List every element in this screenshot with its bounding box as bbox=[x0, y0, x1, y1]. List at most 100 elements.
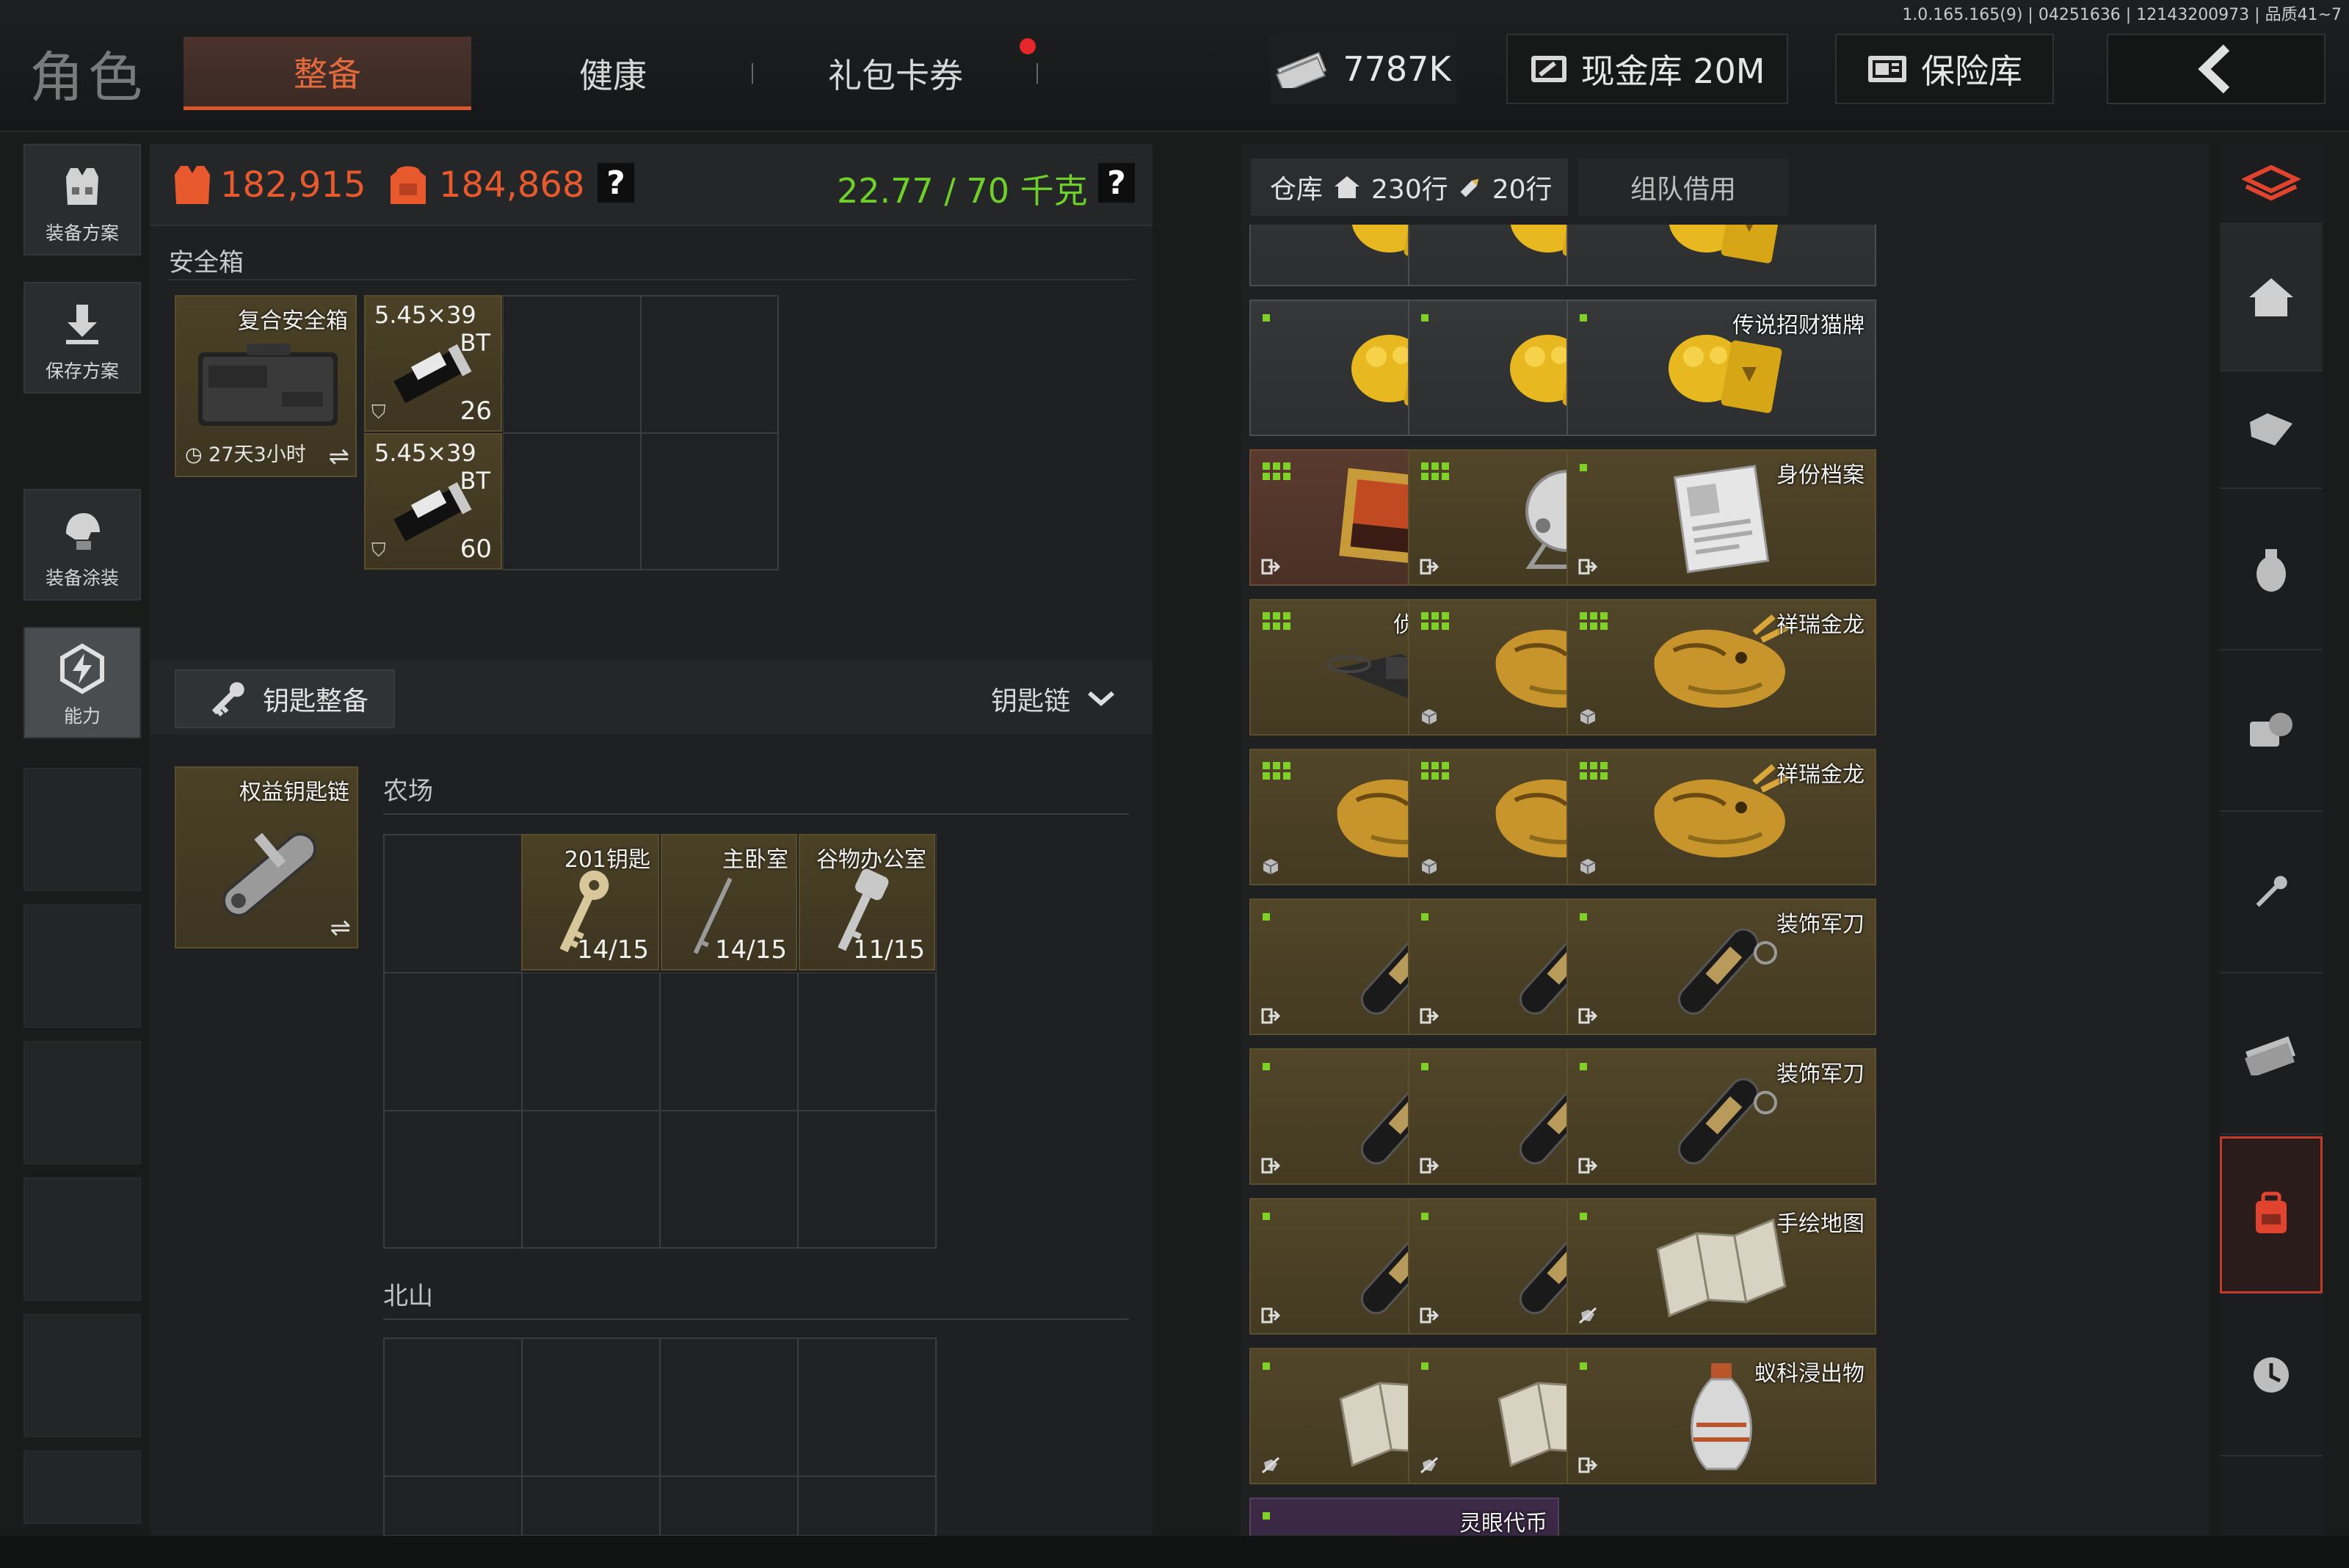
extract-icon bbox=[1578, 1456, 1598, 1474]
tab-team-borrow[interactable]: 组队借用 bbox=[1578, 159, 1788, 216]
grid-cell[interactable] bbox=[798, 1338, 936, 1476]
tab-equip[interactable]: 整备 bbox=[184, 37, 471, 110]
grid-cell[interactable] bbox=[384, 973, 522, 1111]
grid-cell[interactable] bbox=[522, 973, 660, 1111]
cash-vault-label: 现金库 20M bbox=[1580, 51, 1765, 91]
warehouse-item[interactable]: 传说招财猫牌 bbox=[1566, 300, 1876, 436]
warehouse-item[interactable]: 装饰军刀 bbox=[1566, 1048, 1876, 1185]
key-loadout-label: 钥匙整备 bbox=[263, 686, 369, 716]
key-uses: 14/15 bbox=[577, 935, 649, 965]
warehouse-item[interactable]: 灵眼代币 bbox=[1249, 1498, 1559, 1536]
grid-cell[interactable] bbox=[384, 1338, 522, 1476]
quality-indicator bbox=[1421, 762, 1451, 780]
item-name: 身份档案 bbox=[1776, 462, 1865, 488]
cash-vault-button[interactable]: 现金库 20M bbox=[1506, 34, 1788, 104]
grid-cell[interactable] bbox=[660, 1476, 798, 1536]
grid-cell[interactable] bbox=[384, 1111, 522, 1249]
timer: ◷ 27天3小时 bbox=[185, 443, 306, 466]
warehouse-item[interactable]: 手绘地图 bbox=[1566, 1198, 1876, 1335]
grid-cell[interactable] bbox=[522, 1338, 660, 1476]
nav-abilities[interactable]: 能力 bbox=[23, 627, 141, 738]
key-item[interactable]: 主卧室 14/15 bbox=[661, 834, 797, 970]
grid-cell[interactable] bbox=[660, 1338, 798, 1476]
back-button[interactable] bbox=[2107, 34, 2326, 104]
key-name: 主卧室 bbox=[722, 847, 788, 873]
medicine-icon bbox=[2250, 713, 2292, 747]
tab-gift-cards[interactable]: 礼包卡券 bbox=[778, 37, 1013, 110]
grid-cell[interactable] bbox=[503, 433, 641, 570]
grid-cell[interactable] bbox=[798, 973, 936, 1111]
quality-indicator bbox=[1580, 1213, 1587, 1220]
warehouse-item[interactable]: 祥瑞金龙 bbox=[1566, 599, 1876, 736]
nav-cash[interactable] bbox=[2220, 973, 2323, 1135]
grid-cell[interactable] bbox=[384, 1476, 522, 1536]
ammo-rows: 20行 bbox=[1492, 175, 1553, 205]
vase-icon bbox=[1677, 1359, 1765, 1479]
ammo-item[interactable]: 5.45×39 BT ⛉ 26 bbox=[364, 295, 502, 432]
safe-icon bbox=[1868, 56, 1906, 82]
item-name: 祥瑞金龙 bbox=[1776, 762, 1865, 788]
value-help-button[interactable]: ? bbox=[598, 163, 634, 203]
secure-box-item[interactable]: 复合安全箱 ◷ 27天3小时 ⇌ bbox=[175, 295, 357, 477]
warehouse-item[interactable]: 装饰军刀 bbox=[1566, 899, 1876, 1035]
swap-icon[interactable]: ⇌ bbox=[329, 442, 350, 471]
nav-home[interactable] bbox=[2220, 225, 2323, 371]
ammo-icon bbox=[1460, 178, 1479, 197]
quality-indicator bbox=[1421, 462, 1451, 480]
keychain-dropdown[interactable]: 钥匙链 bbox=[991, 680, 1116, 718]
grid-cell[interactable] bbox=[798, 1111, 936, 1249]
tab-health[interactable]: 健康 bbox=[499, 37, 727, 110]
nav-save-plan[interactable]: 保存方案 bbox=[23, 282, 141, 393]
warehouse-item[interactable]: 祥瑞金龙 bbox=[1566, 749, 1876, 885]
nav-recent[interactable] bbox=[2220, 1295, 2323, 1456]
quality-indicator bbox=[1263, 1512, 1270, 1520]
left-nav: 装备方案 保存方案 装备涂装 能力 bbox=[23, 144, 141, 1524]
grid-cell[interactable] bbox=[798, 1476, 936, 1536]
grid-cell[interactable] bbox=[660, 1111, 798, 1249]
nav-armor[interactable] bbox=[2220, 371, 2323, 489]
safe-vault-button[interactable]: 保险库 bbox=[1835, 34, 2054, 104]
nav-backpack[interactable] bbox=[2220, 1136, 2323, 1293]
case-icon bbox=[198, 344, 338, 426]
warehouse-item[interactable]: 蚁科浸出物 bbox=[1566, 1348, 1876, 1484]
quality-indicator bbox=[1580, 1063, 1587, 1070]
doc-icon bbox=[1659, 464, 1784, 577]
warehouse-rows: 230行 bbox=[1371, 175, 1448, 205]
keychain-item[interactable]: 权益钥匙链 ⇌ bbox=[175, 766, 358, 948]
right-nav bbox=[2220, 144, 2323, 1539]
swap-icon[interactable]: ⇌ bbox=[330, 913, 352, 943]
grid-cell[interactable] bbox=[384, 835, 522, 973]
key-item[interactable]: 谷物办公室 11/15 bbox=[799, 834, 935, 970]
quality-indicator bbox=[1263, 1213, 1270, 1220]
tab-warehouse[interactable]: 仓库 230行 20行 bbox=[1251, 159, 1568, 216]
map-icon bbox=[1652, 1216, 1791, 1322]
quality-indicator bbox=[1263, 462, 1292, 480]
warehouse-item[interactable]: 身份档案 bbox=[1566, 449, 1876, 586]
ammo-item[interactable]: 5.45×39 BT ⛉ 60 bbox=[364, 433, 502, 570]
warehouse-item[interactable] bbox=[1566, 225, 1876, 286]
nav-loadout-plans[interactable]: 装备方案 bbox=[23, 144, 141, 255]
extract-icon bbox=[1420, 1157, 1439, 1175]
key-loadout-button[interactable]: 钥匙整备 bbox=[175, 669, 395, 728]
grid-cell[interactable] bbox=[522, 1111, 660, 1249]
keychain-icon bbox=[222, 832, 317, 917]
total-value: 184,868 bbox=[439, 164, 585, 206]
nav-grenades[interactable] bbox=[2220, 489, 2323, 650]
weight-help-button[interactable]: ? bbox=[1098, 163, 1135, 203]
quality-indicator bbox=[1580, 314, 1587, 322]
grid-cell[interactable] bbox=[660, 973, 798, 1111]
grid-cell[interactable] bbox=[641, 433, 779, 570]
grid-cell[interactable] bbox=[522, 1476, 660, 1536]
item-name: 蚁科浸出物 bbox=[1754, 1361, 1865, 1387]
nav-all-items[interactable] bbox=[2220, 144, 2323, 225]
empty-slot bbox=[23, 904, 141, 1028]
nav-medicine[interactable] bbox=[2220, 650, 2323, 812]
grid-cell[interactable] bbox=[641, 296, 779, 433]
helmet-icon bbox=[66, 513, 100, 550]
key-item[interactable]: 201钥匙 14/15 bbox=[521, 834, 659, 970]
extract-icon bbox=[1261, 1307, 1281, 1324]
nav-skins[interactable]: 装备涂装 bbox=[23, 489, 141, 600]
nav-keys[interactable] bbox=[2220, 812, 2323, 973]
dragon-icon bbox=[1644, 763, 1798, 876]
grid-cell[interactable] bbox=[503, 296, 641, 433]
